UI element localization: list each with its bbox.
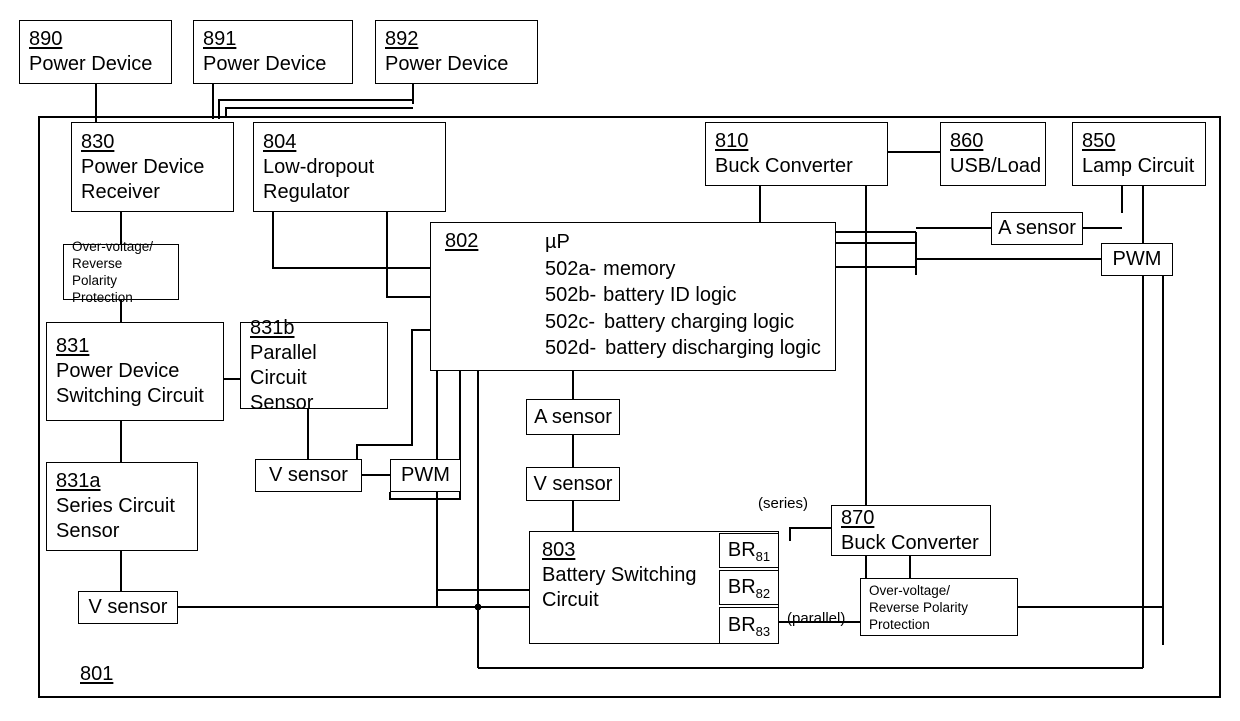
micro-text-0: memory — [603, 257, 676, 280]
lamp850-number: 850 — [1082, 130, 1116, 152]
a-sensor-lamp[interactable]: A sensor — [991, 212, 1083, 245]
lamp-circuit-850[interactable]: 850 Lamp Circuit — [1072, 122, 1206, 186]
series-annotation: (series) — [758, 495, 809, 512]
a-sensor-battery-label: A sensor — [534, 405, 612, 428]
series831a-number: 831a — [56, 470, 101, 492]
buck-converter-870[interactable]: 870 Buck Converter — [831, 505, 991, 556]
patent-block-diagram: 801 890 Power Device 891 Power Device 89… — [0, 0, 1240, 721]
micro-text-2: battery charging logic — [604, 310, 795, 333]
receiver-label-line1: Power Device — [81, 155, 205, 178]
pwm-parallel[interactable]: PWM — [390, 459, 461, 492]
microprocessor-802[interactable]: 802 µP 502a- memory 502b- battery ID log… — [430, 222, 836, 371]
receiver-label-line2: Receiver — [81, 180, 160, 203]
usb-load-860[interactable]: 860 USB/Load — [940, 122, 1046, 186]
pwm-lamp-label: PWM — [1112, 248, 1162, 270]
parallel831b-label-line1: Parallel Circuit — [250, 341, 317, 389]
protection-top-line2: Reverse Polarity — [72, 256, 123, 288]
overvoltage-protection-bottom[interactable]: Over-voltage/ Reverse Polarity Protectio… — [860, 578, 1018, 636]
buck810-label: Buck Converter — [715, 155, 853, 177]
micro-line-1: 502b- battery ID logic — [445, 282, 821, 309]
a-sensor-battery[interactable]: A sensor — [526, 399, 620, 435]
micro-line-0: 502a- memory — [445, 256, 821, 283]
parallel831b-number: 831b — [250, 316, 295, 339]
pwm-lamp[interactable]: PWM — [1101, 243, 1173, 276]
usb860-number: 860 — [950, 130, 984, 152]
battery-rail-br83[interactable]: BR83 — [719, 607, 779, 644]
power-device-891-label: Power Device — [203, 53, 327, 75]
micro-title: µP — [545, 231, 570, 253]
series-circuit-sensor-831a[interactable]: 831a Series Circuit Sensor — [46, 462, 198, 551]
v-sensor-battery[interactable]: V sensor — [526, 467, 620, 501]
usb860-label: USB/Load — [950, 155, 1042, 177]
battery-rail-br82[interactable]: BR82 — [719, 570, 779, 605]
ldo-label-line1: Low-dropout — [263, 155, 375, 178]
micro-line-2: 502c- battery charging logic — [445, 309, 821, 336]
power-device-switching-circuit-831[interactable]: 831 Power Device Switching Circuit — [46, 322, 224, 421]
micro-text-1: battery ID logic — [603, 284, 737, 306]
br83-label: BR83 — [727, 614, 771, 639]
br82-label: BR82 — [727, 576, 771, 601]
micro-ref-0: 502a- — [545, 257, 597, 280]
power-device-892[interactable]: 892 Power Device — [375, 20, 538, 84]
low-dropout-regulator-804[interactable]: 804 Low-dropout Regulator — [253, 122, 446, 212]
parallel-annotation: (parallel) — [787, 610, 846, 627]
micro-text-3: battery discharging logic — [605, 337, 821, 359]
power-device-890-number: 890 — [29, 28, 63, 50]
power-device-890-label: Power Device — [29, 53, 153, 75]
pwm-parallel-label: PWM — [401, 464, 450, 486]
power-device-receiver-830[interactable]: 830 Power Device Receiver — [71, 122, 234, 212]
buck870-number: 870 — [841, 506, 875, 529]
protection-bottom-line1: Over-voltage/ — [869, 582, 951, 598]
micro-line-3: 502d- battery discharging logic — [445, 335, 821, 362]
buck810-number: 810 — [715, 130, 749, 152]
protection-top-line3: Protection — [72, 290, 133, 305]
power-device-891-number: 891 — [203, 28, 237, 50]
overvoltage-protection-top[interactable]: Over-voltage/ Reverse Polarity Protectio… — [63, 239, 179, 305]
switch831-number: 831 — [56, 335, 90, 357]
micro-ref-2: 502c- — [545, 310, 596, 333]
switch831-label-line1: Power Device — [56, 360, 180, 382]
battery-rail-br81[interactable]: BR81 — [719, 533, 779, 568]
a-sensor-lamp-label: A sensor — [998, 217, 1076, 239]
switch831-label-line2: Switching Circuit — [56, 385, 204, 407]
receiver-number: 830 — [81, 130, 115, 153]
v-sensor-parallel-label: V sensor — [269, 464, 348, 486]
v-sensor-series[interactable]: V sensor — [78, 591, 178, 624]
protection-bottom-line2: Reverse Polarity — [869, 599, 969, 615]
micro-ref-1: 502b- — [545, 284, 597, 306]
series831a-label-line1: Series Circuit — [56, 495, 175, 517]
ldo-label-line2: Regulator — [263, 180, 350, 203]
ldo-number: 804 — [263, 130, 297, 153]
parallel-circuit-sensor-831b[interactable]: 831b Parallel Circuit Sensor — [240, 317, 388, 414]
v-sensor-series-label: V sensor — [88, 596, 168, 618]
protection-bottom-line3: Protection — [869, 616, 930, 632]
series831a-label-line2: Sensor — [56, 520, 120, 542]
power-device-892-label: Power Device — [385, 53, 509, 75]
micro-title-row: 802 µP — [445, 229, 821, 256]
buck870-label: Buck Converter — [841, 531, 979, 554]
v-sensor-battery-label: V sensor — [533, 472, 613, 495]
power-device-891[interactable]: 891 Power Device — [193, 20, 353, 84]
v-sensor-parallel[interactable]: V sensor — [255, 459, 362, 492]
buck-converter-810[interactable]: 810 Buck Converter — [705, 122, 888, 186]
micro-ref-3: 502d- — [545, 337, 597, 359]
power-device-892-number: 892 — [385, 28, 419, 50]
outer-frame-label: 801 — [80, 663, 114, 685]
protection-top-line1: Over-voltage/ — [72, 239, 154, 254]
lamp850-label: Lamp Circuit — [1082, 155, 1195, 177]
parallel831b-label-line2: Sensor — [250, 391, 314, 414]
micro-number: 802 — [445, 230, 479, 252]
br81-label: BR81 — [727, 539, 771, 564]
power-device-890[interactable]: 890 Power Device — [19, 20, 172, 84]
